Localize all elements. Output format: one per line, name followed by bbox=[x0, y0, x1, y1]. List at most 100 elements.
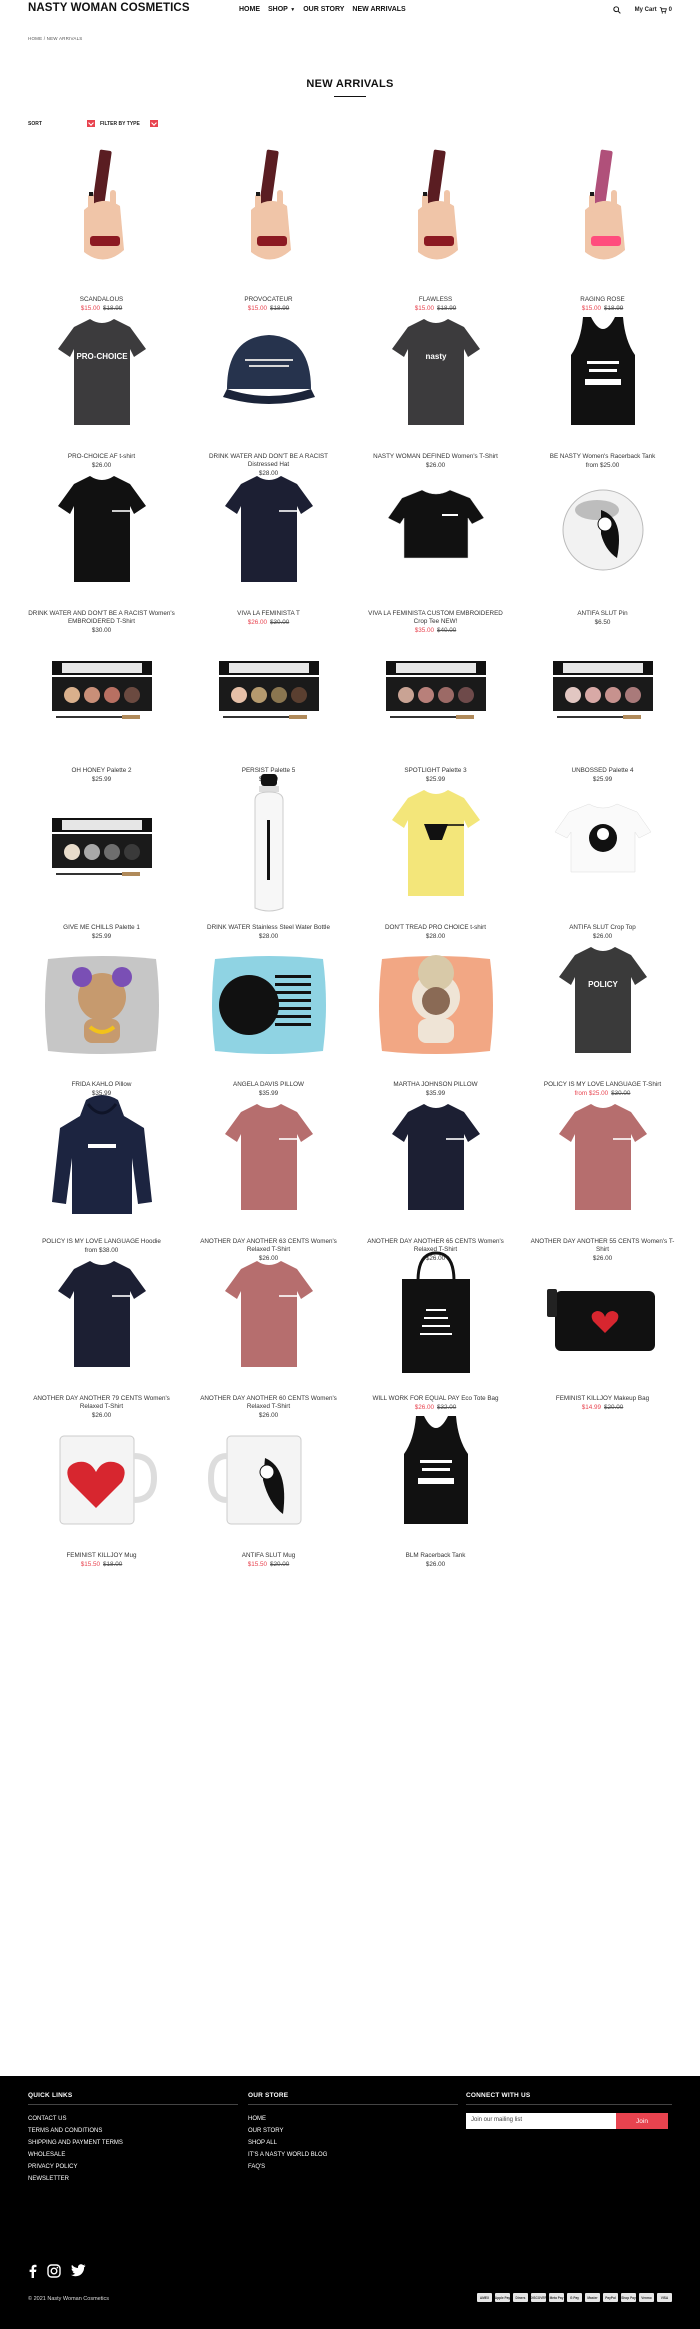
quick-link[interactable]: CONTACT US bbox=[28, 2113, 238, 2125]
product-image[interactable] bbox=[38, 1239, 166, 1389]
product-image[interactable] bbox=[539, 140, 667, 290]
product-name[interactable]: ANTIFA SLUT Mug bbox=[185, 1552, 352, 1560]
store-link[interactable]: IT'S A NASTY WORLD BLOG bbox=[248, 2149, 458, 2161]
product-card[interactable]: PROVOCATEUR $15.00 $18.99 bbox=[185, 140, 352, 312]
product-card[interactable]: DRINK WATER Stainless Steel Water Bottle… bbox=[185, 768, 352, 940]
product-name[interactable]: FEMINIST KILLJOY Makeup Bag bbox=[519, 1395, 686, 1403]
store-link[interactable]: SHOP ALL bbox=[248, 2137, 458, 2149]
newsletter-form: Join our mailing list Join bbox=[466, 2113, 672, 2129]
product-image[interactable] bbox=[38, 1082, 166, 1232]
quick-link[interactable]: TERMS AND CONDITIONS bbox=[28, 2125, 238, 2137]
product-image[interactable] bbox=[205, 611, 333, 761]
product-image[interactable]: nasty bbox=[372, 297, 500, 447]
product-card[interactable]: FEMINIST KILLJOY Makeup Bag $14.99 $20.00 bbox=[519, 1239, 686, 1411]
product-image[interactable]: POLICY bbox=[539, 925, 667, 1075]
product-image[interactable] bbox=[372, 140, 500, 290]
product-card[interactable]: ANTIFA SLUT Crop Top $26.00 bbox=[519, 768, 686, 940]
product-image[interactable] bbox=[372, 611, 500, 761]
mailing-list-input[interactable]: Join our mailing list bbox=[466, 2113, 616, 2129]
quick-link[interactable]: SHIPPING AND PAYMENT TERMS bbox=[28, 2137, 238, 2149]
nav-new-arrivals[interactable]: NEW ARRIVALS bbox=[352, 6, 405, 13]
product-card[interactable]: PRO-CHOICE PRO-CHOICE AF t-shirt $26.00 bbox=[18, 297, 185, 469]
product-image[interactable] bbox=[372, 925, 500, 1075]
product-card[interactable]: PERSIST Palette 5$25.99 bbox=[185, 611, 352, 783]
product-card[interactable]: GIVE ME CHILLS Palette 1 $25.99 bbox=[18, 768, 185, 940]
instagram-icon[interactable] bbox=[47, 2264, 61, 2278]
product-card[interactable]: ANTIFA SLUT Mug $15.50 $20.00 bbox=[185, 1396, 352, 1568]
sort-dropdown[interactable]: SORT bbox=[28, 120, 95, 127]
product-card[interactable]: WILL WORK FOR EQUAL PAY Eco Tote Bag $26.… bbox=[352, 1239, 519, 1411]
product-image[interactable] bbox=[372, 1239, 500, 1389]
quick-link[interactable]: NEWSLETTER bbox=[28, 2173, 238, 2185]
product-image[interactable] bbox=[38, 140, 166, 290]
product-card[interactable]: FEMINIST KILLJOY Mug $15.50 $18.00 bbox=[18, 1396, 185, 1568]
search-icon[interactable] bbox=[612, 6, 621, 14]
product-card[interactable]: RAGING ROSE $15.00 $18.99 bbox=[519, 140, 686, 312]
quick-link[interactable]: PRIVACY POLICY bbox=[28, 2161, 238, 2173]
product-card[interactable]: UNBOSSED Palette 4 $25.99 bbox=[519, 611, 686, 783]
product-card[interactable]: ANGELA DAVIS PILLOW $35.99 bbox=[185, 925, 352, 1097]
nav-home[interactable]: HOME bbox=[239, 6, 260, 13]
product-image[interactable] bbox=[205, 1239, 333, 1389]
twitter-icon[interactable] bbox=[71, 2264, 86, 2278]
nav-our-story[interactable]: OUR STORY bbox=[303, 6, 344, 13]
product-card[interactable]: BLM Racerback Tank $26.00 bbox=[352, 1396, 519, 1568]
product-image[interactable] bbox=[38, 925, 166, 1075]
product-image[interactable] bbox=[539, 297, 667, 447]
product-card[interactable]: ANOTHER DAY ANOTHER 55 CENTS Women's T-S… bbox=[519, 1082, 686, 1262]
product-card[interactable]: DRINK WATER AND DON'T BE A RACIST Distre… bbox=[185, 297, 352, 477]
product-image[interactable] bbox=[539, 611, 667, 761]
product-card[interactable]: ANOTHER DAY ANOTHER 60 CENTS Women's Rel… bbox=[185, 1239, 352, 1419]
facebook-icon[interactable] bbox=[28, 2264, 37, 2278]
product-card[interactable]: nasty NASTY WOMAN DEFINED Women's T-Shirt… bbox=[352, 297, 519, 469]
product-image[interactable] bbox=[372, 454, 500, 604]
product-card[interactable]: ANOTHER DAY ANOTHER 65 CENTS Women's Rel… bbox=[352, 1082, 519, 1262]
product-image[interactable] bbox=[372, 1082, 500, 1232]
product-image[interactable] bbox=[539, 768, 667, 918]
product-image[interactable] bbox=[205, 768, 333, 918]
product-image[interactable]: PRO-CHOICE bbox=[38, 297, 166, 447]
product-card[interactable]: POLICY IS MY LOVE LANGUAGE Hoodie from $3… bbox=[18, 1082, 185, 1254]
product-image[interactable] bbox=[38, 611, 166, 761]
product-image[interactable] bbox=[205, 1082, 333, 1232]
product-image[interactable] bbox=[205, 1396, 333, 1546]
product-image[interactable] bbox=[539, 454, 667, 604]
product-image[interactable] bbox=[38, 768, 166, 918]
product-image[interactable] bbox=[205, 925, 333, 1075]
product-card[interactable]: VIVA LA FEMINISTA T $26.00 $30.00 bbox=[185, 454, 352, 626]
product-card[interactable]: DRINK WATER AND DON'T BE A RACIST Women'… bbox=[18, 454, 185, 634]
store-link[interactable]: FAQ'S bbox=[248, 2161, 458, 2173]
product-card[interactable]: BE NASTY Women's Racerback Tank from $25.… bbox=[519, 297, 686, 469]
product-card[interactable]: SPOTLIGHT Palette 3 $25.99 bbox=[352, 611, 519, 783]
product-image[interactable] bbox=[38, 1396, 166, 1546]
product-card[interactable]: DON'T TREAD PRO CHOICE t-shirt $28.00 bbox=[352, 768, 519, 940]
product-image[interactable] bbox=[539, 1082, 667, 1232]
quick-link[interactable]: WHOLESALE bbox=[28, 2149, 238, 2161]
product-card[interactable]: FLAWLESS $15.00 $18.99 bbox=[352, 140, 519, 312]
brand-logo[interactable]: NASTY WOMAN COSMETICS bbox=[28, 2, 190, 14]
product-image[interactable] bbox=[205, 454, 333, 604]
product-card[interactable]: MARTHA JOHNSON PILLOW $35.99 bbox=[352, 925, 519, 1097]
product-image[interactable] bbox=[38, 454, 166, 604]
product-card[interactable]: ANOTHER DAY ANOTHER 79 CENTS Women's Rel… bbox=[18, 1239, 185, 1419]
store-link[interactable]: OUR STORY bbox=[248, 2125, 458, 2137]
product-card[interactable]: ANOTHER DAY ANOTHER 63 CENTS Women's Rel… bbox=[185, 1082, 352, 1262]
product-card[interactable]: VIVA LA FEMINISTA CUSTOM EMBROIDERED Cro… bbox=[352, 454, 519, 634]
product-card[interactable]: FRIDA KAHLO Pillow $35.99 bbox=[18, 925, 185, 1097]
cart-link[interactable]: My Cart 0 bbox=[635, 6, 672, 14]
product-card[interactable]: ANTIFA SLUT Pin $6.50 bbox=[519, 454, 686, 626]
product-name[interactable]: FEMINIST KILLJOY Mug bbox=[18, 1552, 185, 1560]
product-image[interactable] bbox=[539, 1239, 667, 1389]
product-image[interactable] bbox=[205, 140, 333, 290]
filter-type-dropdown[interactable]: FILTER BY TYPE bbox=[100, 120, 158, 127]
join-button[interactable]: Join bbox=[616, 2113, 668, 2129]
product-image[interactable] bbox=[205, 297, 333, 447]
product-name[interactable]: BLM Racerback Tank bbox=[352, 1552, 519, 1560]
product-image[interactable] bbox=[372, 768, 500, 918]
store-link[interactable]: HOME bbox=[248, 2113, 458, 2125]
product-card[interactable]: SCANDALOUS $15.00 $18.99 bbox=[18, 140, 185, 312]
product-card[interactable]: POLICY POLICY IS MY LOVE LANGUAGE T-Shirt… bbox=[519, 925, 686, 1097]
nav-shop[interactable]: SHOP ▼ bbox=[268, 6, 295, 13]
product-card[interactable]: OH HONEY Palette 2 $25.99 bbox=[18, 611, 185, 783]
product-image[interactable] bbox=[372, 1396, 500, 1546]
